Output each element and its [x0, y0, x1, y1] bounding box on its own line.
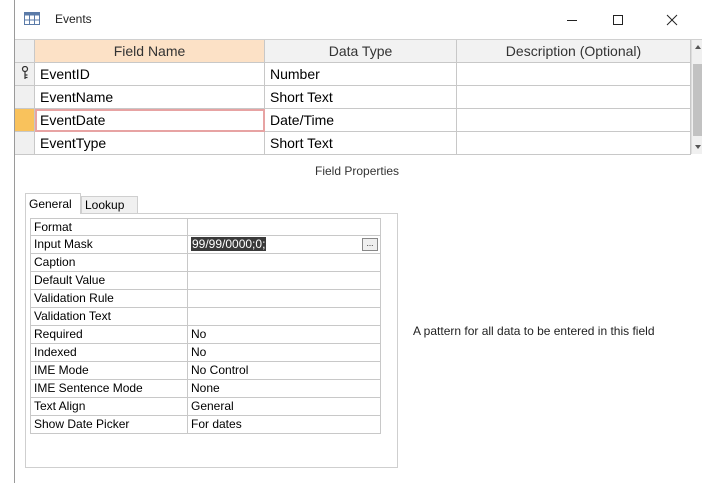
- property-label: Default Value: [30, 272, 187, 290]
- property-row[interactable]: Validation Text: [30, 308, 392, 326]
- property-row[interactable]: IME Mode No Control: [30, 362, 392, 380]
- maximize-icon: [613, 14, 623, 25]
- property-label: Validation Rule: [30, 290, 187, 308]
- title-bar: Events: [15, 0, 702, 39]
- data-type-cell[interactable]: Number: [265, 63, 457, 86]
- scroll-up-arrow-icon[interactable]: [694, 44, 702, 50]
- build-button[interactable]: ...: [362, 238, 378, 251]
- property-value[interactable]: No: [187, 344, 381, 362]
- property-row[interactable]: Indexed No: [30, 344, 392, 362]
- grid-vertical-scrollbar[interactable]: [691, 40, 702, 154]
- field-design-grid: Field Name Data Type Description (Option…: [15, 39, 702, 160]
- property-label: Indexed: [30, 344, 187, 362]
- description-cell[interactable]: [457, 132, 691, 155]
- property-label: Validation Text: [30, 308, 187, 326]
- property-row[interactable]: Text Align General: [30, 398, 392, 416]
- row-selector[interactable]: [15, 63, 35, 86]
- field-name-cell[interactable]: EventDate: [35, 109, 265, 132]
- maximize-button[interactable]: [595, 0, 641, 39]
- property-row[interactable]: Caption: [30, 254, 392, 272]
- property-label: Format: [30, 218, 187, 236]
- row-selector[interactable]: [15, 109, 35, 132]
- description-cell[interactable]: [457, 86, 691, 109]
- data-type-cell[interactable]: Short Text: [265, 86, 457, 109]
- close-button[interactable]: [649, 0, 695, 39]
- property-label: Caption: [30, 254, 187, 272]
- minimize-button[interactable]: [549, 0, 595, 39]
- property-row[interactable]: Required No: [30, 326, 392, 344]
- property-label: Show Date Picker: [30, 416, 187, 434]
- property-value[interactable]: [187, 254, 381, 272]
- property-label: IME Mode: [30, 362, 187, 380]
- data-type-cell[interactable]: Short Text: [265, 132, 457, 155]
- header-field-name[interactable]: Field Name: [35, 40, 265, 63]
- table-design-window: Events Field Name Data Type Description …: [14, 0, 702, 483]
- property-row[interactable]: Format: [30, 218, 392, 236]
- property-label: Required: [30, 326, 187, 344]
- row-selector[interactable]: [15, 86, 35, 109]
- field-name-cell[interactable]: EventType: [35, 132, 265, 155]
- field-name-cell[interactable]: EventID: [35, 63, 265, 86]
- grid-header-row: Field Name Data Type Description (Option…: [15, 40, 691, 63]
- property-value[interactable]: [187, 308, 381, 326]
- field-properties-label: Field Properties: [315, 164, 400, 178]
- tab-lookup[interactable]: Lookup: [81, 196, 138, 214]
- property-hint-text: A pattern for all data to be entered in …: [413, 324, 655, 338]
- property-value[interactable]: No Control: [187, 362, 381, 380]
- row-selector[interactable]: [15, 132, 35, 155]
- header-data-type[interactable]: Data Type: [265, 40, 457, 63]
- input-mask-field[interactable]: 99/99/0000;0; ...: [187, 236, 381, 254]
- table-row[interactable]: EventDate Date/Time: [15, 109, 691, 132]
- property-sheet: Format Input Mask 99/99/0000;0; ... Capt…: [25, 213, 398, 468]
- property-label: Text Align: [30, 398, 187, 416]
- minimize-icon: [567, 19, 577, 21]
- property-value[interactable]: No: [187, 326, 381, 344]
- property-label: IME Sentence Mode: [30, 380, 187, 398]
- primary-key-icon: [21, 66, 29, 79]
- tab-general[interactable]: General: [25, 193, 81, 214]
- field-name-cell[interactable]: EventName: [35, 86, 265, 109]
- property-row[interactable]: Default Value: [30, 272, 392, 290]
- select-all-corner[interactable]: [15, 40, 35, 63]
- property-value[interactable]: General: [187, 398, 381, 416]
- property-label: Input Mask: [30, 236, 187, 254]
- input-mask-value[interactable]: 99/99/0000;0;: [191, 237, 267, 251]
- property-value[interactable]: [187, 290, 381, 308]
- property-value[interactable]: [187, 272, 381, 290]
- property-value[interactable]: None: [187, 380, 381, 398]
- property-row[interactable]: Show Date Picker For dates: [30, 416, 392, 434]
- property-row[interactable]: Input Mask 99/99/0000;0; ...: [30, 236, 392, 254]
- data-type-cell[interactable]: Date/Time: [265, 109, 457, 132]
- header-description[interactable]: Description (Optional): [457, 40, 691, 63]
- table-row[interactable]: EventType Short Text: [15, 132, 691, 155]
- description-cell[interactable]: [457, 63, 691, 86]
- table-row[interactable]: EventName Short Text: [15, 86, 691, 109]
- description-cell[interactable]: [457, 109, 691, 132]
- table-row[interactable]: EventID Number: [15, 63, 691, 86]
- scroll-down-arrow-icon[interactable]: [694, 144, 702, 150]
- close-icon: [666, 14, 678, 25]
- window-title: Events: [55, 12, 92, 26]
- property-value[interactable]: For dates: [187, 416, 381, 434]
- table-icon: [24, 12, 40, 25]
- property-row[interactable]: Validation Rule: [30, 290, 392, 308]
- property-value[interactable]: [187, 218, 381, 236]
- scrollbar-thumb[interactable]: [693, 64, 702, 136]
- property-row[interactable]: IME Sentence Mode None: [30, 380, 392, 398]
